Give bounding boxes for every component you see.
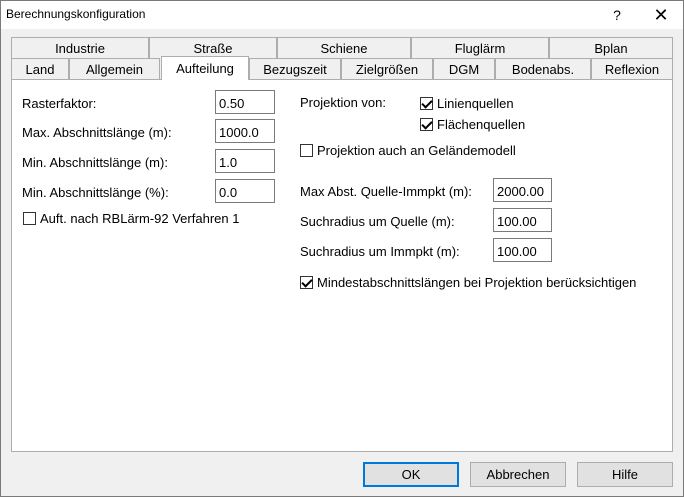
tab-schiene[interactable]: Schiene bbox=[277, 37, 411, 58]
close-button[interactable]: ✕ bbox=[639, 1, 683, 29]
close-icon: ✕ bbox=[653, 4, 669, 25]
tab-reflexion[interactable]: Reflexion bbox=[591, 58, 673, 79]
tab-bezugszeit[interactable]: Bezugszeit bbox=[249, 58, 341, 79]
cancel-button[interactable]: Abbrechen bbox=[470, 462, 566, 487]
tab-bplan[interactable]: Bplan bbox=[549, 37, 673, 58]
rblaerm-checkbox-row[interactable]: Auft. nach RBLärm-92 Verfahren 1 bbox=[23, 211, 239, 226]
min-abschnittslaenge-pct-input[interactable] bbox=[215, 179, 275, 203]
tab-industrie[interactable]: Industrie bbox=[11, 37, 149, 58]
suchradius-quelle-input[interactable] bbox=[493, 208, 552, 232]
max-abschnittslaenge-input[interactable] bbox=[215, 119, 275, 143]
flaechenquellen-row[interactable]: Flächenquellen bbox=[420, 117, 525, 132]
gelaendemodell-row[interactable]: Projektion auch an Geländemodell bbox=[300, 143, 516, 158]
tab-fluglaerm[interactable]: Fluglärm bbox=[411, 37, 549, 58]
suchradius-immpkt-input[interactable] bbox=[493, 238, 552, 262]
max-abst-input[interactable] bbox=[493, 178, 552, 202]
tab-panel-aufteilung: Rasterfaktor: Max. Abschnittslänge (m): … bbox=[11, 79, 673, 452]
help-button[interactable]: Hilfe bbox=[577, 462, 673, 487]
mindestabschnitt-label: Mindestabschnittslängen bei Projektion b… bbox=[317, 275, 637, 290]
rblaerm-checkbox[interactable] bbox=[23, 212, 36, 225]
gelaendemodell-label: Projektion auch an Geländemodell bbox=[317, 143, 516, 158]
tab-aufteilung[interactable]: Aufteilung bbox=[161, 56, 249, 80]
linienquellen-checkbox[interactable] bbox=[420, 97, 433, 110]
linienquellen-label: Linienquellen bbox=[437, 96, 514, 111]
flaechenquellen-checkbox[interactable] bbox=[420, 118, 433, 131]
min-abschnittslaenge-m-input[interactable] bbox=[215, 149, 275, 173]
tab-strasse[interactable]: Straße bbox=[149, 37, 277, 58]
max-abst-label: Max Abst. Quelle-Immpkt (m): bbox=[300, 184, 472, 199]
max-abschnittslaenge-label: Max. Abschnittslänge (m): bbox=[22, 125, 172, 140]
tab-bodenabs[interactable]: Bodenabs. bbox=[495, 58, 591, 79]
help-title-button[interactable]: ? bbox=[595, 1, 639, 29]
tab-land[interactable]: Land bbox=[11, 58, 69, 79]
tab-zielgroessen[interactable]: Zielgrößen bbox=[341, 58, 433, 79]
ok-button[interactable]: OK bbox=[363, 462, 459, 487]
suchradius-immpkt-label: Suchradius um Immpkt (m): bbox=[300, 244, 460, 259]
tab-allgemein[interactable]: Allgemein bbox=[69, 58, 160, 79]
tab-dgm[interactable]: DGM bbox=[433, 58, 495, 79]
rasterfaktor-input[interactable] bbox=[215, 90, 275, 114]
rasterfaktor-label: Rasterfaktor: bbox=[22, 96, 97, 111]
flaechenquellen-label: Flächenquellen bbox=[437, 117, 526, 132]
mindestabschnitt-checkbox[interactable] bbox=[300, 276, 313, 289]
gelaendemodell-checkbox[interactable] bbox=[300, 144, 313, 157]
projektion-von-label: Projektion von: bbox=[300, 95, 386, 110]
help-icon: ? bbox=[613, 7, 621, 23]
suchradius-quelle-label: Suchradius um Quelle (m): bbox=[300, 214, 455, 229]
dialog-window: Berechnungskonfiguration ? ✕ Industrie S… bbox=[0, 0, 684, 497]
title-bar: Berechnungskonfiguration ? ✕ bbox=[1, 1, 683, 29]
min-abschnittslaenge-pct-label: Min. Abschnittslänge (%): bbox=[22, 185, 169, 200]
mindestabschnitt-row[interactable]: Mindestabschnittslängen bei Projektion b… bbox=[300, 275, 636, 290]
linienquellen-row[interactable]: Linienquellen bbox=[420, 96, 514, 111]
window-title: Berechnungskonfiguration bbox=[6, 7, 146, 21]
rblaerm-checkbox-label: Auft. nach RBLärm-92 Verfahren 1 bbox=[40, 211, 240, 226]
min-abschnittslaenge-m-label: Min. Abschnittslänge (m): bbox=[22, 155, 168, 170]
